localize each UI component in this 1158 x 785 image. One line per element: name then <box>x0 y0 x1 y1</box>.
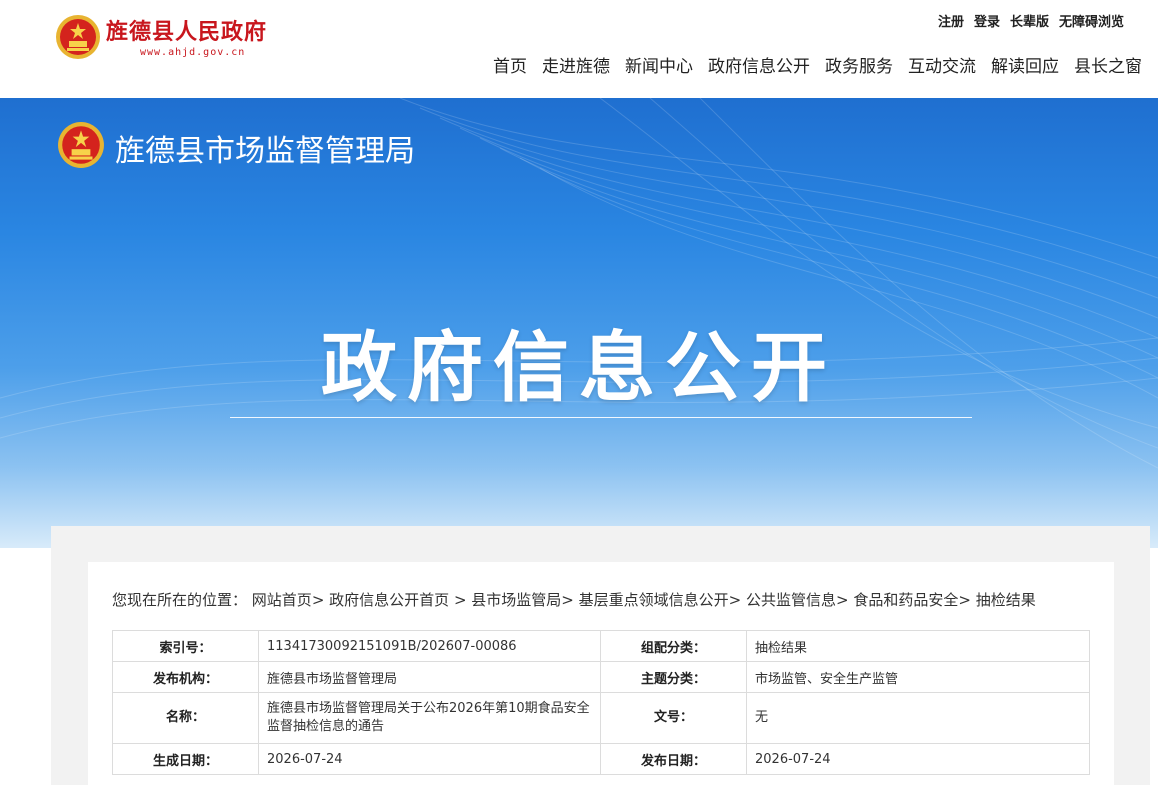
publisher-value: 旌德县市场监督管理局 <box>258 661 601 693</box>
table-row: 名称： 旌德县市场监督管理局关于公布2026年第10期食品安全监督抽检信息的通告… <box>112 692 1090 744</box>
breadcrumb-item-bureau[interactable]: 县市场监管局 <box>471 591 561 609</box>
bureau-name: 旌德县市场监督管理局 <box>115 134 415 169</box>
breadcrumb: 您现在所在的位置： 网站首页> 政府信息公开首页 > 县市场监管局> 基层重点领… <box>112 591 1036 609</box>
nav-home[interactable]: 首页 <box>493 52 527 77</box>
elderly-mode-link[interactable]: 长辈版 <box>1010 11 1049 30</box>
accessibility-link[interactable]: 无障碍浏览 <box>1059 11 1124 30</box>
index-value: 11341730092151091B/202607-00086 <box>258 630 601 662</box>
login-link[interactable]: 登录 <box>974 11 1000 30</box>
doc-no-label: 文号： <box>600 692 747 744</box>
breadcrumb-item-food-drug-safety[interactable]: 食品和药品安全 <box>853 591 958 609</box>
utility-links: 注册 登录 长辈版 无障碍浏览 <box>938 11 1124 30</box>
topic-value: 市场监管、安全生产监管 <box>746 661 1090 693</box>
nav-interpretation[interactable]: 解读回应 <box>991 52 1059 77</box>
table-row: 生成日期： 2026-07-24 发布日期： 2026-07-24 <box>112 743 1090 775</box>
name-label: 名称： <box>112 692 259 744</box>
topic-label: 主题分类： <box>600 661 747 693</box>
breadcrumb-item-key-areas[interactable]: 基层重点领域信息公开 <box>579 591 729 609</box>
main-nav: 首页 走进旌德 新闻中心 政府信息公开 政务服务 互动交流 解读回应 县长之窗 <box>493 52 1142 77</box>
table-row: 发布机构： 旌德县市场监督管理局 主题分类： 市场监管、安全生产监管 <box>112 661 1090 693</box>
publisher-label: 发布机构： <box>112 661 259 693</box>
breadcrumb-item-inspection-results[interactable]: 抽检结果 <box>976 591 1036 609</box>
breadcrumb-item-site-home[interactable]: 网站首页 <box>252 591 312 609</box>
index-label: 索引号： <box>112 630 259 662</box>
nav-gov-info-disclosure[interactable]: 政府信息公开 <box>708 52 810 77</box>
created-date-label: 生成日期： <box>112 743 259 775</box>
banner-title: 政府信息公开 <box>321 323 837 412</box>
table-row: 索引号： 11341730092151091B/202607-00086 组配分… <box>112 630 1090 662</box>
created-date-value: 2026-07-24 <box>258 743 601 775</box>
nav-interaction[interactable]: 互动交流 <box>908 52 976 77</box>
site-url: www.ahjd.gov.cn <box>140 47 246 58</box>
published-date-label: 发布日期： <box>600 743 747 775</box>
nav-gov-services[interactable]: 政务服务 <box>825 52 893 77</box>
national-emblem-icon[interactable] <box>55 14 101 60</box>
breadcrumb-item-disclosure-home[interactable]: 政府信息公开首页 <box>329 591 449 609</box>
site-header: 旌德县人民政府 www.ahjd.gov.cn 注册 登录 长辈版 无障碍浏览 … <box>0 0 1158 98</box>
nav-news-center[interactable]: 新闻中心 <box>625 52 693 77</box>
bureau-emblem-icon <box>58 122 104 168</box>
doc-no-value: 无 <box>746 692 1090 744</box>
breadcrumb-prefix: 您现在所在的位置： <box>112 591 248 609</box>
category-value: 抽检结果 <box>746 630 1090 662</box>
published-date-value: 2026-07-24 <box>746 743 1090 775</box>
document-meta-table: 索引号： 11341730092151091B/202607-00086 组配分… <box>112 630 1090 775</box>
name-value: 旌德县市场监督管理局关于公布2026年第10期食品安全监督抽检信息的通告 <box>258 692 601 744</box>
nav-county-head-window[interactable]: 县长之窗 <box>1074 52 1142 77</box>
site-name[interactable]: 旌德县人民政府 <box>106 14 267 46</box>
register-link[interactable]: 注册 <box>938 11 964 30</box>
title-divider <box>230 417 972 418</box>
breadcrumb-item-public-supervision[interactable]: 公共监管信息 <box>746 591 836 609</box>
nav-about-jingde[interactable]: 走进旌德 <box>542 52 610 77</box>
banner: 旌德县市场监督管理局 政府信息公开 <box>0 98 1158 548</box>
category-label: 组配分类： <box>600 630 747 662</box>
